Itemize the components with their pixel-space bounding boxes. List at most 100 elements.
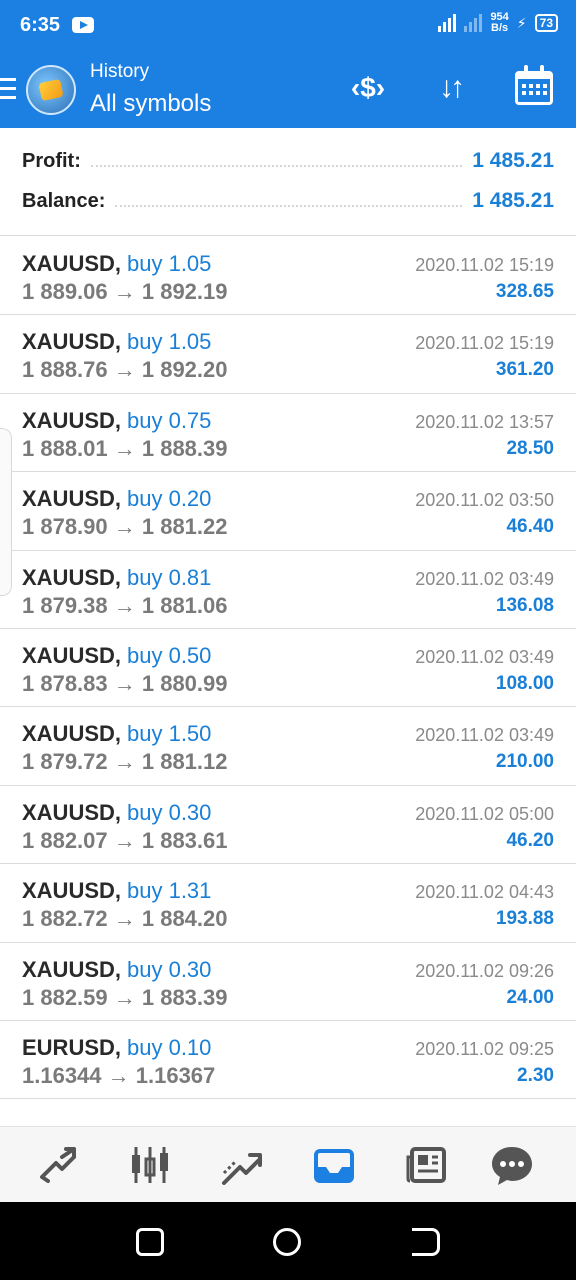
trade-side-volume: buy 1.05 [127,251,212,276]
system-navigation-bar [0,1202,576,1280]
summary-panel: Profit: 1 485.21 Balance: 1 485.21 [0,128,576,236]
trade-date: 2020.11.02 03:49 [415,725,554,746]
trade-profit: 28.50 [506,437,554,459]
battery-level: 73 [534,14,558,32]
trade-prices: 1 888.01 → 1 888.39 [22,435,228,461]
trade-profit: 24.00 [506,986,554,1008]
trade-profit: 328.65 [495,281,554,302]
trade-prices: 1 879.38 → 1 881.06 [22,592,228,618]
dotted-leader [90,165,463,167]
trade-side-volume: buy 1.50 [127,721,212,747]
trade-prices: 1 882.59 → 1 883.39 [22,984,228,1010]
profit-value: 1 485.21 [472,149,554,172]
profit-row: Profit: 1 485.21 [22,141,554,181]
trade-date: 2020.11.02 09:26 [415,960,554,981]
trade-prices: 1 882.72 → 1 884.20 [22,906,228,932]
trade-date: 2020.11.02 03:49 [415,646,554,667]
trade-symbol: XAUUSD, [22,329,122,355]
trade-profit: 361.20 [495,359,554,381]
trade-row[interactable]: XAUUSD, buy 0.50 1 878.83 → 1 880.99 2020.1… [0,629,576,708]
status-time: 6:35 [20,14,61,36]
trade-symbol: XAUUSD, [22,878,122,904]
edge-panel-handle[interactable] [0,428,12,596]
trade-row[interactable]: XAUUSD, buy 1.05 1 889.06 → 1 892.19 2020.1… [0,237,576,316]
charging-icon: ⚡ [516,14,527,31]
trade-side-volume: buy 0.81 [127,564,212,590]
trade-profit: 2.30 [517,1064,554,1086]
trade-date: 2020.11.02 13:57 [415,411,554,432]
chart-icon[interactable] [126,1141,174,1189]
trade-date: 2020.11.02 15:19 [415,255,554,275]
status-bar: 6:35 954 B/s ⚡ 73 [0,0,576,50]
trade-side-volume: buy 0.10 [127,1034,212,1060]
quotes-icon[interactable] [34,1141,82,1189]
trade-profit: 108.00 [495,672,554,694]
trade-prices: 1 882.07 → 1 883.61 [22,827,228,853]
trade-row[interactable]: XAUUSD, buy 0.20 1 878.90 → 1 881.22 2020.1… [0,472,576,551]
net-speed-unit: B/s [491,22,509,34]
back-icon[interactable] [412,1228,440,1256]
menu-icon[interactable] [0,78,18,100]
news-icon[interactable] [402,1141,450,1189]
trade-profit: 136.08 [495,594,554,616]
trade-row[interactable]: XAUUSD, buy 1.31 1 882.72 → 1 884.20 2020.1… [0,864,576,943]
sort-icon[interactable]: ↓↑ [428,68,472,108]
trade-date: 2020.11.02 05:00 [415,803,554,824]
profit-label: Profit: [22,149,81,172]
trade-profit: 46.20 [506,829,554,851]
trade-prices: 1 889.06 → 1 892.19 [22,279,228,304]
trade-row[interactable]: XAUUSD, buy 0.30 1 882.07 → 1 883.61 2020.1… [0,786,576,865]
trade-symbol: XAUUSD, [22,251,122,276]
recent-apps-icon[interactable] [136,1228,164,1256]
trade-side-volume: buy 0.75 [127,407,212,433]
trade-row[interactable]: XAUUSD, buy 1.05 1 888.76 → 1 892.20 2020.1… [0,315,576,394]
bottom-navigation [0,1126,576,1202]
trade-date: 2020.11.02 03:50 [415,490,554,511]
trade-date: 2020.11.02 04:43 [415,882,554,903]
trade-date: 2020.11.02 09:25 [415,1038,554,1059]
trade-row[interactable]: XAUUSD, buy 1.50 1 879.72 → 1 881.12 2020.1… [0,707,576,786]
balance-row: Balance: 1 485.21 [22,181,554,221]
signal-2-icon [464,14,483,32]
deposit-dollar-icon[interactable]: ‹$› [346,68,390,108]
trade-profit: 46.40 [506,516,554,538]
trade-symbol: EURUSD, [22,1034,122,1060]
trade-row[interactable]: XAUUSD, buy 0.30 1 882.59 → 1 883.39 2020.1… [0,943,576,1021]
trade-symbol: XAUUSD, [22,642,122,668]
trade-history-list: XAUUSD, buy 1.05 1 889.06 → 1 892.19 2020.1… [0,237,576,1100]
trade-row[interactable]: XAUUSD, buy 0.81 1 879.38 → 1 881.06 2020.1… [0,551,576,629]
app-titles: History All symbols [90,60,211,120]
dotted-leader [115,205,463,207]
history-icon[interactable] [310,1141,358,1189]
trade-side-volume: buy 0.30 [127,956,212,982]
trade-symbol: XAUUSD, [22,486,122,512]
trade-side-volume: buy 0.20 [127,486,212,512]
trade-profit: 193.88 [495,908,554,930]
net-speed: 954 B/s [490,12,508,34]
app-bar: History All symbols ‹$› ↓↑ [0,50,576,128]
trade-side-volume: buy 0.50 [127,642,212,668]
trade-symbol: XAUUSD, [22,721,122,747]
trade-side-volume: buy 1.05 [127,329,212,355]
home-icon[interactable] [273,1228,301,1256]
trade-date: 2020.11.02 03:49 [415,568,554,589]
trade-profit: 210.00 [495,751,554,773]
trade-side-volume: buy 1.31 [127,878,212,904]
trade-symbol: XAUUSD, [22,564,122,590]
trade-icon[interactable] [218,1141,266,1189]
trade-side-volume: buy 0.30 [127,799,212,825]
calendar-icon[interactable] [512,65,556,108]
trade-row[interactable]: EURUSD, buy 0.10 1.16344 → 1.16367 2020.11.… [0,1021,576,1100]
symbol-filter-title[interactable]: All symbols [90,88,211,120]
trade-row[interactable]: XAUUSD, buy 0.75 1 888.01 → 1 888.39 2020.1… [0,394,576,473]
status-right: 954 B/s ⚡ 73 [438,12,558,34]
chat-icon[interactable] [488,1141,536,1189]
trade-prices: 1.16344 → 1.16367 [22,1062,216,1088]
balance-label: Balance: [22,189,106,212]
balance-value: 1 485.21 [472,189,554,212]
trade-prices: 1 879.72 → 1 881.12 [22,749,228,775]
page-subtitle: History [90,61,150,82]
trade-symbol: XAUUSD, [22,407,122,433]
trade-prices: 1 888.76 → 1 892.20 [22,357,228,383]
trade-prices: 1 878.90 → 1 881.22 [22,514,228,540]
